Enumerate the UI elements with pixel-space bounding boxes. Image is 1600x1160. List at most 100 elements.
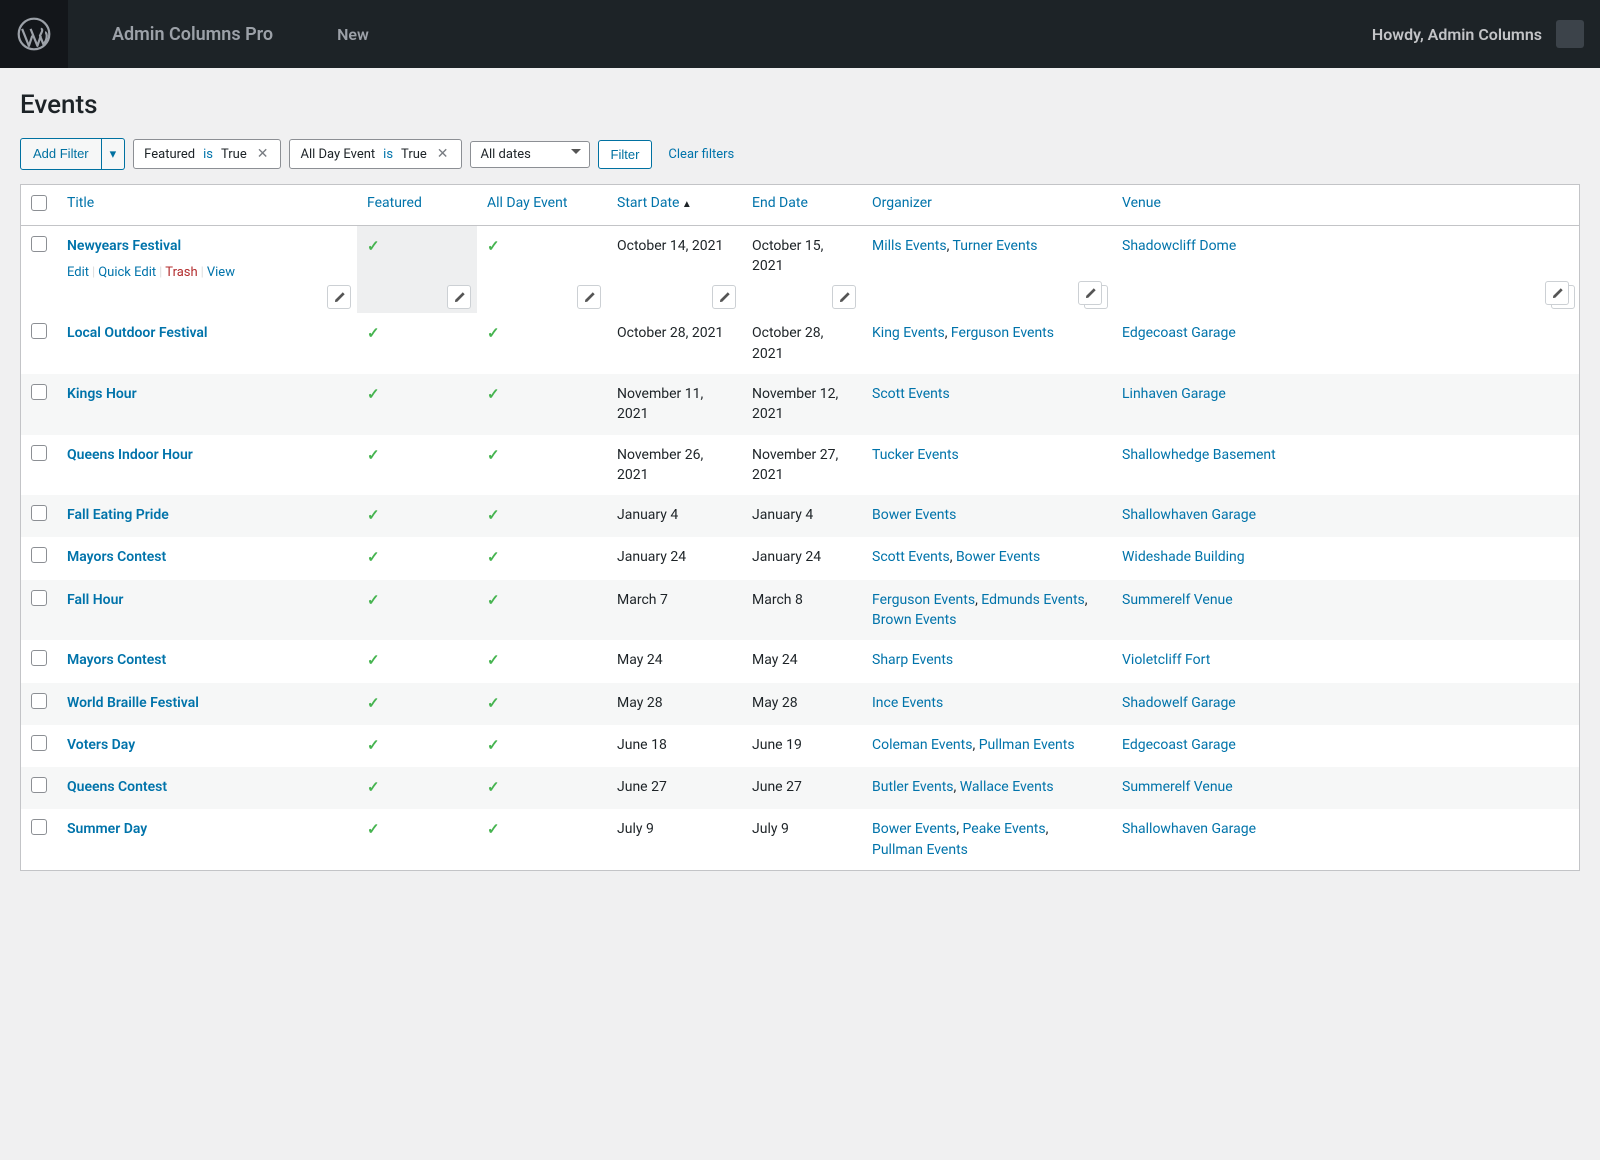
event-title-link[interactable]: Mayors Contest (67, 652, 166, 668)
inline-edit-icon[interactable] (832, 285, 856, 309)
organizer-link[interactable]: Ferguson Events (872, 592, 975, 608)
end-date: January 4 (752, 507, 813, 523)
organizer-link[interactable]: Mills Events (872, 238, 947, 254)
inline-edit-icon[interactable] (447, 285, 471, 309)
inline-edit-icon[interactable] (1545, 281, 1569, 305)
start-date: October 28, 2021 (617, 325, 723, 341)
event-title-link[interactable]: Fall Hour (67, 592, 123, 608)
inline-edit-icon[interactable] (577, 285, 601, 309)
check-icon: ✓ (367, 506, 380, 524)
inline-edit-icon[interactable] (1078, 281, 1102, 305)
venue-link[interactable]: Edgecoast Garage (1122, 325, 1236, 341)
organizer-link[interactable]: Pullman Events (979, 737, 1075, 753)
organizer-link[interactable]: Scott Events (872, 549, 950, 565)
new-content[interactable]: New (329, 25, 369, 44)
row-checkbox[interactable] (31, 384, 47, 400)
admin-bar: Admin Columns Pro New Howdy, Admin Colum… (0, 0, 1600, 68)
event-title-link[interactable]: Summer Day (67, 821, 147, 837)
row-checkbox[interactable] (31, 777, 47, 793)
end-date: November 27, 2021 (752, 447, 838, 483)
venue-link[interactable]: Shallowhaven Garage (1122, 507, 1256, 523)
organizer-link[interactable]: Bower Events (872, 507, 956, 523)
venue-link[interactable]: Violetcliff Fort (1122, 652, 1210, 668)
check-icon: ✓ (367, 591, 380, 609)
organizer-link[interactable]: Tucker Events (872, 447, 959, 463)
col-end-date[interactable]: End Date (742, 185, 862, 226)
end-date: May 28 (752, 695, 798, 711)
event-title-link[interactable]: Queens Contest (67, 779, 167, 795)
event-title-link[interactable]: Fall Eating Pride (67, 507, 169, 523)
row-checkbox[interactable] (31, 547, 47, 563)
inline-edit-icon[interactable] (712, 285, 736, 309)
clear-filters-link[interactable]: Clear filters (660, 141, 742, 168)
dates-select[interactable]: All dates (470, 141, 590, 168)
event-title-link[interactable]: Local Outdoor Festival (67, 325, 208, 341)
row-checkbox[interactable] (31, 650, 47, 666)
table-row: Newyears FestivalEdit|Quick Edit|Trash|V… (21, 226, 1580, 314)
check-icon: ✓ (487, 651, 500, 669)
col-organizer[interactable]: Organizer (862, 185, 1112, 226)
organizer-link[interactable]: Bower Events (956, 549, 1040, 565)
chip-remove-icon[interactable]: ✕ (435, 146, 451, 162)
event-title-link[interactable]: Voters Day (67, 737, 135, 753)
organizer-link[interactable]: Pullman Events (872, 842, 968, 858)
organizer-link[interactable]: King Events (872, 325, 945, 341)
add-filter-button[interactable]: Add Filter (20, 138, 102, 170)
check-icon: ✓ (487, 694, 500, 712)
organizer-link[interactable]: Wallace Events (960, 779, 1054, 795)
select-all-checkbox[interactable] (31, 195, 47, 211)
venue-link[interactable]: Wideshade Building (1122, 549, 1245, 565)
col-start-date[interactable]: Start Date (607, 185, 742, 226)
organizer-link[interactable]: Edmunds Events (981, 592, 1084, 608)
event-title-link[interactable]: Newyears Festival (67, 238, 181, 254)
venue-link[interactable]: Edgecoast Garage (1122, 737, 1236, 753)
howdy-account[interactable]: Howdy, Admin Columns (1372, 20, 1584, 48)
organizer-link[interactable]: Peake Events (963, 821, 1046, 837)
organizer-link[interactable]: Turner Events (953, 238, 1038, 254)
col-title[interactable]: Title (57, 185, 357, 226)
event-title-link[interactable]: World Braille Festival (67, 695, 199, 711)
organizer-link[interactable]: Ince Events (872, 695, 943, 711)
row-checkbox[interactable] (31, 323, 47, 339)
venue-link[interactable]: Shallowhaven Garage (1122, 821, 1256, 837)
row-checkbox[interactable] (31, 236, 47, 252)
venue-link[interactable]: Summerelf Venue (1122, 592, 1233, 608)
col-venue[interactable]: Venue (1112, 185, 1580, 226)
page-title: Events (20, 90, 1580, 120)
view-link[interactable]: View (207, 265, 235, 280)
venue-link[interactable]: Shallowhedge Basement (1122, 447, 1276, 463)
row-checkbox[interactable] (31, 590, 47, 606)
trash-link[interactable]: Trash (165, 265, 197, 280)
edit-link[interactable]: Edit (67, 265, 89, 280)
quick-edit-link[interactable]: Quick Edit (98, 265, 156, 280)
organizer-link[interactable]: Ferguson Events (951, 325, 1054, 341)
venue-link[interactable]: Shadowelf Garage (1122, 695, 1236, 711)
organizer-link[interactable]: Scott Events (872, 386, 950, 402)
site-title[interactable]: Admin Columns Pro (112, 24, 273, 45)
organizer-link[interactable]: Coleman Events (872, 737, 972, 753)
chip-remove-icon[interactable]: ✕ (255, 146, 271, 162)
filter-button[interactable]: Filter (598, 140, 653, 169)
chip-val: True (221, 147, 247, 162)
row-checkbox[interactable] (31, 693, 47, 709)
start-date: November 11, 2021 (617, 386, 703, 422)
venue-link[interactable]: Shadowcliff Dome (1122, 238, 1236, 254)
inline-edit-icon[interactable] (327, 285, 351, 309)
col-allday[interactable]: All Day Event (477, 185, 607, 226)
row-checkbox[interactable] (31, 735, 47, 751)
wordpress-logo[interactable] (0, 0, 68, 68)
venue-link[interactable]: Linhaven Garage (1122, 386, 1226, 402)
add-filter-dropdown[interactable]: ▾ (102, 138, 126, 170)
event-title-link[interactable]: Mayors Contest (67, 549, 166, 565)
row-checkbox[interactable] (31, 445, 47, 461)
row-checkbox[interactable] (31, 505, 47, 521)
col-featured[interactable]: Featured (357, 185, 477, 226)
organizer-link[interactable]: Butler Events (872, 779, 954, 795)
organizer-link[interactable]: Brown Events (872, 612, 956, 628)
event-title-link[interactable]: Kings Hour (67, 386, 137, 402)
event-title-link[interactable]: Queens Indoor Hour (67, 447, 193, 463)
row-checkbox[interactable] (31, 819, 47, 835)
organizer-link[interactable]: Sharp Events (872, 652, 953, 668)
venue-link[interactable]: Summerelf Venue (1122, 779, 1233, 795)
organizer-link[interactable]: Bower Events (872, 821, 956, 837)
